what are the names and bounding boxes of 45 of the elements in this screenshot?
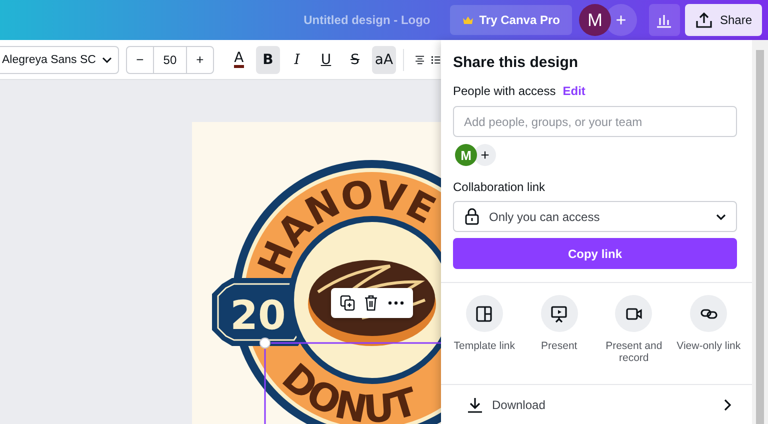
more-icon[interactable] xyxy=(388,301,404,305)
collaboration-label: Collaboration link xyxy=(453,180,546,194)
edit-link[interactable]: Edit xyxy=(562,84,586,98)
bar-chart-icon xyxy=(655,12,674,28)
copy-link-button[interactable]: Copy link xyxy=(453,238,737,269)
duplicate-icon[interactable] xyxy=(340,295,355,311)
invite-field[interactable]: Add people, groups, or your team xyxy=(453,106,737,137)
font-size-field[interactable]: 50 xyxy=(152,46,187,72)
lock-icon xyxy=(464,208,480,225)
share-option[interactable]: Present xyxy=(522,295,596,371)
chevron-right-icon xyxy=(724,399,732,412)
access-dropdown[interactable]: Only you can access xyxy=(453,201,737,232)
text-color-button[interactable]: A xyxy=(226,46,251,74)
layout-icon xyxy=(475,304,494,322)
italic-button[interactable]: I xyxy=(284,46,309,74)
share-option[interactable]: View-only link xyxy=(671,295,746,371)
selection-line[interactable] xyxy=(264,349,266,424)
member-avatar[interactable]: M xyxy=(455,144,477,166)
people-access-label: People with access xyxy=(453,84,556,98)
decrease-size-button[interactable]: − xyxy=(126,46,153,72)
bold-button[interactable]: B xyxy=(256,46,280,74)
font-dropdown[interactable]: Alegreya Sans SC xyxy=(0,46,119,74)
upload-icon xyxy=(694,12,713,28)
scrollbar[interactable] xyxy=(756,50,764,424)
logo-text: DONUT xyxy=(274,355,422,424)
trash-icon[interactable] xyxy=(364,295,378,311)
crown-icon xyxy=(462,15,474,25)
share-button[interactable]: Share xyxy=(684,4,762,36)
chevron-down-icon xyxy=(102,56,112,62)
presentation-screen-icon xyxy=(550,304,568,322)
strikethrough-button[interactable]: S xyxy=(342,46,367,74)
user-avatar[interactable]: M xyxy=(578,4,611,36)
letter-case-button[interactable]: aA xyxy=(372,46,396,74)
share-option[interactable]: Template link xyxy=(447,295,522,371)
panel-title: Share this design xyxy=(453,54,580,71)
share-option[interactable]: Present and record xyxy=(596,295,672,371)
try-pro-button[interactable]: Try Canva Pro xyxy=(450,5,572,35)
underline-button[interactable]: U xyxy=(314,46,338,74)
download-icon xyxy=(467,397,483,414)
chevron-down-icon xyxy=(716,214,726,220)
add-person-button[interactable]: + xyxy=(474,144,496,166)
insights-button[interactable] xyxy=(648,4,680,36)
download-button[interactable]: Download xyxy=(441,386,752,424)
badge-text: 20 xyxy=(230,293,286,339)
increase-size-button[interactable]: + xyxy=(186,46,213,72)
